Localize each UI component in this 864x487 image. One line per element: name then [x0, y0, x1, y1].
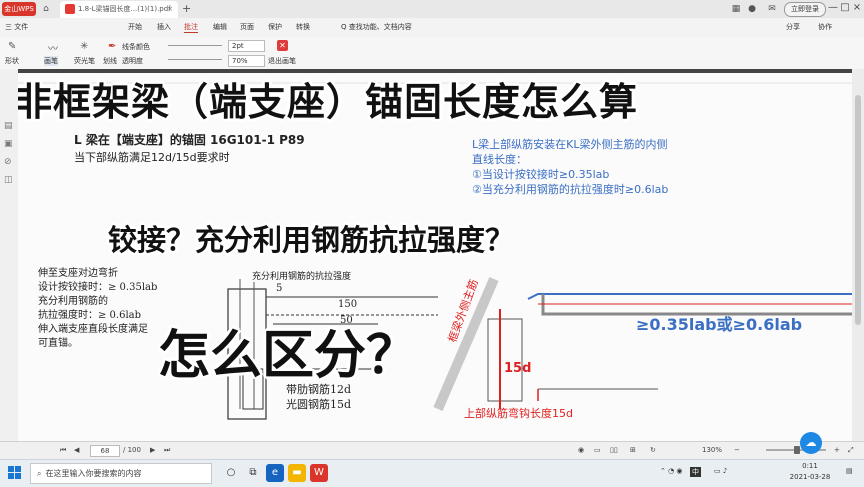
marker-icon[interactable]: ✒ — [108, 41, 116, 52]
tray-icons[interactable]: ⌃ ◔ ◉ — [660, 467, 683, 475]
red-caption: 上部纵筋弯钩长度15d — [464, 407, 573, 420]
tool-pen-label[interactable]: 画笔 — [44, 56, 58, 66]
collab-button[interactable]: 协作 — [818, 22, 832, 32]
width-input[interactable]: 2pt — [228, 40, 265, 52]
attachment-icon[interactable]: ⊘ — [4, 157, 14, 167]
taskbar-search[interactable]: ⌕ 在这里输入你要搜索的内容 — [30, 463, 212, 484]
notification-icon[interactable]: ▤ — [846, 467, 853, 475]
rotate-icon[interactable]: ↻ — [650, 446, 656, 454]
blue-rebar — [527, 293, 852, 300]
double-page-icon[interactable]: ▯▯ — [610, 446, 618, 454]
menu-annotate[interactable]: 批注 — [184, 22, 198, 33]
file-menu[interactable]: 三 文件 — [5, 22, 28, 32]
left-sidebar: ▤ ▣ ⊘ ◫ — [0, 69, 19, 441]
dim-150: 150 — [338, 299, 358, 310]
close-button[interactable]: × — [850, 2, 864, 13]
mail-icon[interactable]: ✉ — [766, 3, 778, 15]
blue-formula: ≥0.35lab或≥0.6lab — [636, 315, 803, 334]
hook-15d: 15d — [504, 361, 532, 376]
single-page-icon[interactable]: ▭ — [594, 446, 601, 454]
zoom-out-icon[interactable]: − — [734, 446, 740, 454]
new-tab-button[interactable]: + — [182, 2, 191, 15]
bookmark-icon[interactable]: ▤ — [4, 121, 14, 131]
line-color-label[interactable]: 线条颜色 — [122, 42, 150, 52]
tool-shape-label: 形状 — [5, 57, 19, 65]
scrollbar-thumb[interactable] — [855, 95, 861, 325]
clock-date: 2021-03-28 — [789, 473, 831, 481]
menu-bar: 三 文件 开始 插入 批注 编辑 页面 保护 转换 Q 查找功能、文档内容 分享… — [0, 18, 864, 38]
annotation-toolbar: ✎ 形状 〰 画笔 ✳ 荧光笔 ✒ 划线 线条颜色 透明度 2pt 70% 退出… — [0, 37, 864, 70]
stirrup-note-line2: 光圆钢筋15d — [286, 398, 352, 411]
menu-insert[interactable]: 插入 — [157, 22, 171, 32]
document-tab-label: 1.8-L梁锚固长度...(1)(1).pdf — [78, 5, 171, 13]
cortana-icon[interactable]: ○ — [222, 464, 240, 482]
app-home-button[interactable]: 金山WPS — [2, 2, 36, 16]
windows-start-icon[interactable] — [8, 466, 21, 479]
search-icon: ⌕ — [37, 469, 42, 478]
share-button[interactable]: 分享 — [786, 22, 800, 32]
menu-convert[interactable]: 转换 — [296, 22, 310, 32]
overlay-title: 非框架梁（端支座）锚固长度怎么算 — [18, 80, 639, 124]
document-tab[interactable]: 1.8-L梁锚固长度...(1)(1).pdf × — [60, 1, 178, 18]
menu-page[interactable]: 页面 — [240, 22, 254, 32]
highlighter-icon[interactable]: ✳ — [80, 41, 88, 52]
menu-protect[interactable]: 保护 — [268, 22, 282, 32]
zoom-level[interactable]: 130% — [702, 446, 722, 454]
home-icon[interactable]: ⌂ — [40, 3, 52, 15]
taskbar-search-placeholder: 在这里输入你要搜索的内容 — [45, 469, 142, 478]
wps-icon[interactable]: W — [310, 464, 328, 482]
exit-pen-label[interactable]: 退出画笔 — [268, 56, 296, 66]
thumbnail-icon[interactable]: ▣ — [4, 139, 14, 149]
edge-icon[interactable]: e — [266, 464, 284, 482]
clock[interactable]: 0:11 2021-03-28 — [780, 461, 840, 483]
page-input[interactable]: 68 — [90, 445, 120, 457]
opacity-input[interactable]: 70% — [228, 55, 265, 67]
network-icon[interactable]: ▭ ♪ — [714, 467, 727, 475]
next-page-icon[interactable]: ▶ — [150, 446, 155, 454]
fullscreen-icon[interactable]: ⤢ — [848, 446, 854, 455]
zoom-in-icon[interactable]: + — [834, 446, 840, 454]
clock-time: 0:11 — [802, 462, 818, 470]
comment-icon[interactable]: ◫ — [4, 175, 14, 185]
pdf-icon — [65, 4, 75, 14]
tool-line-label: 划线 — [103, 57, 117, 65]
view-icon[interactable]: ◉ — [578, 446, 584, 454]
document-page[interactable]: L 梁在【端支座】的锚固 16G101-1 P89 当下部纵筋满足12d/15d… — [18, 69, 852, 441]
login-button[interactable]: 立即登录 — [784, 2, 826, 17]
menu-edit[interactable]: 编辑 — [213, 22, 227, 32]
task-view-icon[interactable]: ⧉ — [244, 464, 262, 482]
ime-indicator[interactable]: 中 — [690, 467, 701, 477]
zoom-slider-knob[interactable] — [794, 446, 800, 454]
overlay-question-1: 铰接？充分利用钢筋抗拉强度？ — [108, 223, 515, 257]
prev-page-icon[interactable]: ◀ — [74, 446, 79, 454]
search-box[interactable]: Q 查找功能、文档内容 — [341, 22, 412, 32]
diagram-label: 充分利用钢筋的抗拉强度 — [252, 269, 352, 282]
cloud-assistant-icon[interactable]: ☁ — [800, 432, 822, 454]
first-page-icon[interactable]: ⏮ — [60, 446, 66, 455]
window-grid-icon[interactable]: ▦ — [730, 3, 742, 15]
exit-pen-icon[interactable]: ✕ — [277, 40, 288, 51]
tool-highlighter-label: 荧光笔 — [74, 57, 95, 65]
menu-home[interactable]: 开始 — [128, 22, 142, 32]
status-bar: ⏮ ◀ 68 / 100 ▶ ⏭ ◉ ▭ ▯▯ ⊞ ↻ 130% − + ⤢ — [0, 441, 864, 460]
last-page-icon[interactable]: ⏭ — [164, 446, 170, 455]
opacity-slider[interactable] — [168, 59, 222, 60]
width-slider[interactable] — [168, 45, 222, 46]
shape-icon[interactable]: ✎ — [8, 41, 16, 52]
explorer-icon[interactable]: ▬ — [288, 464, 306, 482]
avatar-icon[interactable]: ● — [746, 3, 758, 15]
overlay-question-2: 怎么区分？ — [158, 326, 419, 386]
pen-icon[interactable]: 〰 — [48, 40, 58, 55]
fit-icon[interactable]: ⊞ — [630, 446, 636, 454]
right-support — [487, 318, 523, 402]
opacity-label: 透明度 — [122, 57, 143, 65]
dim-5: 5 — [276, 283, 283, 294]
title-bar: 金山WPS ⌂ 1.8-L梁锚固长度...(1)(1).pdf × + ▦ ● … — [0, 0, 864, 19]
tab-close-icon[interactable]: × — [167, 1, 173, 18]
page-total: / 100 — [123, 446, 141, 454]
